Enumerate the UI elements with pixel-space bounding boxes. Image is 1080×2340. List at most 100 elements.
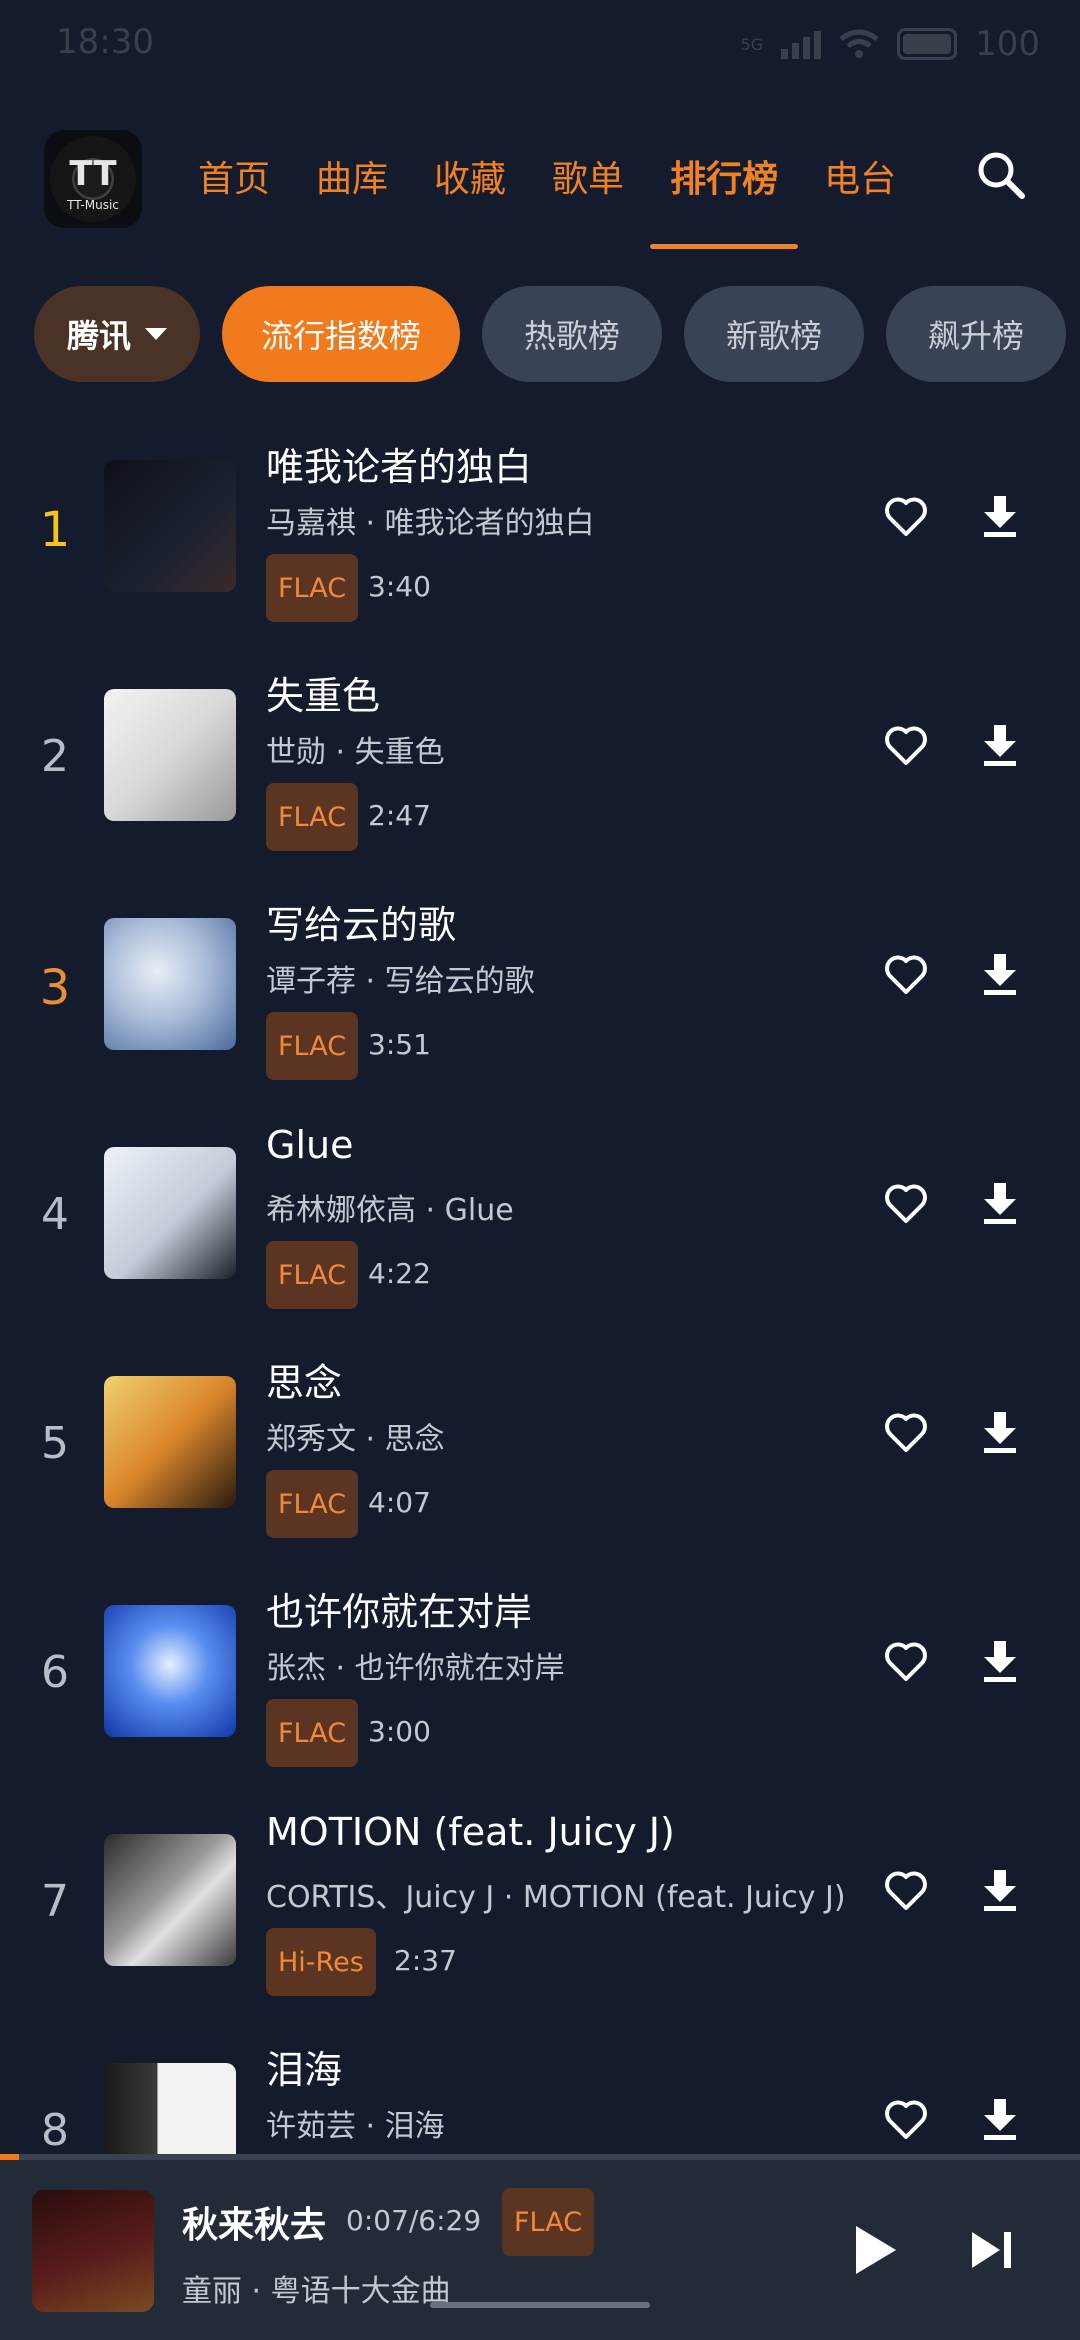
quality-badge: FLAC bbox=[266, 783, 359, 851]
now-playing-cover bbox=[32, 2190, 154, 2312]
heart-icon[interactable] bbox=[882, 1637, 930, 1685]
tab-charts[interactable]: 排行榜 bbox=[650, 150, 799, 249]
song-duration: 4:07 bbox=[368, 1486, 431, 1519]
network-label: 5G bbox=[740, 34, 764, 54]
song-artist: 郑秀文 · 思念 bbox=[266, 1422, 445, 1457]
now-playing-quality-badge: FLAC bbox=[502, 2188, 595, 2256]
download-icon[interactable] bbox=[978, 1179, 1022, 1227]
song-cover bbox=[104, 1605, 236, 1737]
song-cover bbox=[104, 1834, 236, 1966]
tab-playlists[interactable]: 歌单 bbox=[552, 150, 624, 202]
heart-icon[interactable] bbox=[882, 721, 930, 769]
download-icon[interactable] bbox=[978, 721, 1022, 769]
song-title: 写给云的歌 bbox=[266, 903, 457, 947]
tab-radio[interactable]: 电台 bbox=[824, 150, 896, 202]
app-header: TT TT-Music 首页 曲库 收藏 歌单 排行榜 电台 bbox=[0, 120, 1080, 260]
chip-popular-index[interactable]: 流行指数榜 bbox=[222, 286, 460, 382]
quality-badge: FLAC bbox=[266, 1012, 359, 1080]
quality-badge: FLAC bbox=[266, 554, 359, 622]
song-title: 唯我论者的独白 bbox=[266, 445, 533, 489]
source-label: 腾讯 bbox=[66, 317, 131, 355]
song-duration: 4:22 bbox=[368, 1257, 431, 1290]
battery-icon bbox=[897, 28, 958, 60]
quality-badge: FLAC bbox=[266, 1470, 359, 1538]
logo-sub: TT-Music bbox=[67, 198, 119, 212]
song-row[interactable]: 2 失重色 世勋 · 失重色 FLAC 2:47 bbox=[0, 649, 1080, 878]
song-title: 泪海 bbox=[266, 2048, 343, 2092]
tab-library[interactable]: 曲库 bbox=[316, 150, 388, 202]
song-rank: 3 bbox=[39, 960, 71, 1016]
song-title: 也许你就在对岸 bbox=[266, 1590, 533, 1634]
battery-level: 100 bbox=[975, 24, 1040, 64]
chip-hot-songs[interactable]: 热歌榜 bbox=[482, 286, 662, 382]
app-logo[interactable]: TT TT-Music bbox=[44, 130, 142, 228]
logo-main: TT bbox=[69, 154, 117, 194]
song-row[interactable]: 3 写给云的歌 谭子荐 · 写给云的歌 FLAC 3:51 bbox=[0, 878, 1080, 1107]
song-duration: 3:40 bbox=[368, 570, 431, 603]
song-artist: 世勋 · 失重色 bbox=[266, 735, 445, 770]
song-cover bbox=[104, 1147, 236, 1279]
download-icon[interactable] bbox=[978, 950, 1022, 998]
chip-rising[interactable]: 飙升榜 bbox=[886, 286, 1066, 382]
song-rank: 4 bbox=[41, 1189, 69, 1240]
song-rank: 8 bbox=[41, 2105, 69, 2156]
song-cover bbox=[104, 2063, 236, 2156]
song-cover bbox=[104, 689, 236, 821]
heart-icon[interactable] bbox=[882, 492, 930, 540]
song-title: 思念 bbox=[266, 1361, 343, 1405]
quality-badge: FLAC bbox=[266, 1241, 359, 1309]
song-rank: 2 bbox=[41, 731, 69, 782]
source-dropdown[interactable]: 腾讯 bbox=[34, 286, 200, 382]
download-icon[interactable] bbox=[978, 1637, 1022, 1685]
song-title: Glue bbox=[266, 1123, 354, 1167]
mini-player[interactable]: 秋来秋去 0:07/6:29 FLAC 童丽 · 粤语十大金曲 bbox=[0, 2160, 1080, 2340]
song-row[interactable]: 4 Glue 希林娜依高 · Glue FLAC 4:22 bbox=[0, 1107, 1080, 1336]
song-artist: 许茹芸 · 泪海 bbox=[266, 2109, 445, 2144]
status-time: 18:30 bbox=[56, 22, 154, 62]
song-cover bbox=[104, 918, 236, 1050]
song-row[interactable]: 6 也许你就在对岸 张杰 · 也许你就在对岸 FLAC 3:00 bbox=[0, 1565, 1080, 1794]
song-artist: 希林娜依高 · Glue bbox=[266, 1193, 514, 1228]
song-row[interactable]: 5 思念 郑秀文 · 思念 FLAC 4:07 bbox=[0, 1336, 1080, 1565]
tab-home[interactable]: 首页 bbox=[198, 150, 270, 202]
song-cover bbox=[104, 460, 236, 592]
top-nav: 首页 曲库 收藏 歌单 排行榜 电台 bbox=[198, 150, 942, 249]
song-artist: CORTIS、Juicy J · MOTION (feat. Juicy J) bbox=[266, 1880, 846, 1915]
download-icon[interactable] bbox=[978, 2095, 1022, 2143]
song-title: 失重色 bbox=[266, 674, 381, 718]
signal-icon bbox=[781, 29, 822, 59]
skip-next-icon[interactable] bbox=[970, 2230, 1014, 2270]
caret-down-icon bbox=[145, 328, 167, 340]
song-row[interactable]: 8 泪海 许茹芸 · 泪海 bbox=[0, 2023, 1080, 2156]
song-artist: 张杰 · 也许你就在对岸 bbox=[266, 1651, 565, 1686]
quality-badge: FLAC bbox=[266, 1699, 359, 1767]
download-icon[interactable] bbox=[978, 1866, 1022, 1914]
download-icon[interactable] bbox=[978, 492, 1022, 540]
active-tab-indicator bbox=[650, 244, 799, 249]
song-row[interactable]: 7 MOTION (feat. Juicy J) CORTIS、Juicy J … bbox=[0, 1794, 1080, 2023]
song-rank: 1 bbox=[39, 502, 71, 558]
tab-favorites[interactable]: 收藏 bbox=[434, 150, 506, 202]
status-icons: 5G 100 bbox=[741, 24, 1040, 64]
song-duration: 2:37 bbox=[394, 1944, 457, 1977]
play-icon[interactable] bbox=[856, 2226, 896, 2274]
quality-badge: Hi-Res bbox=[266, 1928, 376, 1996]
song-rank: 5 bbox=[41, 1418, 69, 1469]
chip-new-songs[interactable]: 新歌榜 bbox=[684, 286, 864, 382]
now-playing-artist: 童丽 · 粤语十大金曲 bbox=[182, 2274, 451, 2309]
heart-icon[interactable] bbox=[882, 1179, 930, 1227]
song-rank: 6 bbox=[41, 1647, 69, 1698]
download-icon[interactable] bbox=[978, 1408, 1022, 1456]
now-playing-title: 秋来秋去 bbox=[182, 2205, 327, 2246]
heart-icon[interactable] bbox=[882, 1408, 930, 1456]
now-playing-time: 0:07/6:29 bbox=[346, 2204, 482, 2237]
heart-icon[interactable] bbox=[882, 2095, 930, 2143]
search-icon[interactable] bbox=[976, 150, 1026, 200]
song-row[interactable]: 1 唯我论者的独白 马嘉祺 · 唯我论者的独白 FLAC 3:40 bbox=[0, 420, 1080, 649]
song-artist: 谭子荐 · 写给云的歌 bbox=[266, 964, 535, 999]
song-list: 1 唯我论者的独白 马嘉祺 · 唯我论者的独白 FLAC 3:40 2 失重色 … bbox=[0, 420, 1080, 2156]
heart-icon[interactable] bbox=[882, 950, 930, 998]
song-cover bbox=[104, 1376, 236, 1508]
heart-icon[interactable] bbox=[882, 1866, 930, 1914]
home-indicator bbox=[430, 2302, 650, 2308]
